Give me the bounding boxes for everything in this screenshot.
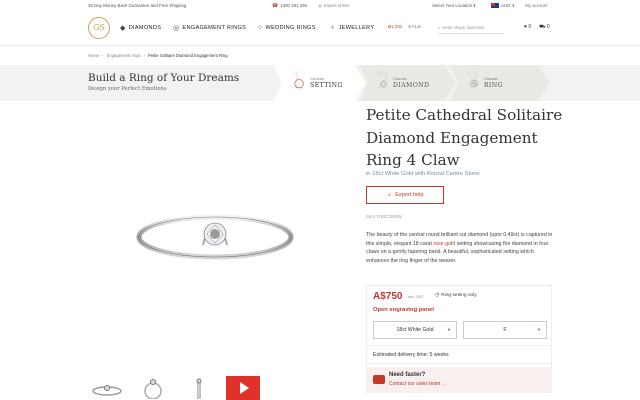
rose-gold-link[interactable]: rose gold [433,241,455,247]
product-image[interactable] [120,185,310,275]
ring-icon: ◯ [294,77,305,88]
thumbnail-2[interactable] [134,376,172,400]
delivery-truck-icon [373,375,385,384]
wedding-ring-icon: ○ [258,24,263,31]
chevron-down-icon: ▼ [537,327,541,332]
price: A$750 [373,291,403,302]
product-description: The beauty of the central round brillian… [366,232,553,264]
diamond-icon: ◆ [120,25,126,32]
contact-sales-link[interactable]: Contact our sales team → [389,381,447,387]
my-account-link[interactable]: My account [525,3,547,8]
expert-online-link[interactable]: ◉ Expert online [318,3,349,9]
expert-help-button[interactable]: ☺ Expert help [366,186,444,204]
step-choose-diamond[interactable]: 2 ◇ Choose DIAMOND [360,65,456,101]
chevron-down-icon: ▼ [447,327,451,332]
phone-link[interactable]: ☎ 1300 181 294 [272,3,307,9]
step-choose-setting[interactable]: 1 ◯ Choose SETTING [274,65,366,101]
promo-text: 30 Day Money Back Guarantee and Free Shi… [88,3,187,8]
currency-selector[interactable]: AUD ▾ [491,3,515,9]
pendant-icon: ♁ [330,24,336,31]
need-faster-title: Need faster? [389,372,426,378]
product-title: Petite Cathedral Solitaire Diamond Engag… [366,106,563,169]
ring-size-select[interactable]: F ▼ [463,321,547,339]
phone-icon: ☎ [272,3,279,9]
builder-title: Build a Ring of Your Dreams [88,72,240,84]
thumbnail-strip [88,376,260,400]
nav-engagement-rings[interactable]: ◎ ENGAGEMENT RINGS [173,24,246,32]
breadcrumb-current: Petite Solitaire Diamond Engagement Ring [147,53,228,58]
nav-jewellery[interactable]: ♁ JEWELLERY [330,24,374,31]
location-selector[interactable]: Select Your Location ▾ [432,3,475,9]
chat-icon: ◉ [318,3,322,8]
thumbnail-3[interactable] [180,376,218,400]
nav-diamonds[interactable]: ◆ DIAMONDS [120,24,161,32]
wishlist-button[interactable]: ♥ 0 [524,24,531,31]
step-choose-ring[interactable]: 3 ◎ Choose RING [450,65,550,101]
user-icon: ☺ [386,192,393,198]
heart-icon: ♥ [524,24,527,30]
search-icon: ⌕ [438,25,441,30]
product-sku: SKU GSEC093W [366,214,402,219]
ring-icon: ◎ [173,25,180,32]
nav-wedding-rings[interactable]: ○ WEDDING RINGS [258,24,316,31]
diamond-icon: ◇ [380,77,387,88]
delivery-estimate: Estimated delivery time: 5 weeks [367,345,551,364]
nav-sale[interactable]: SALE [408,25,421,30]
ring-setting-only-info: ◷ Ring setting only [435,293,477,298]
breadcrumb: Home › Engagement rings › Petite Solitaire… [88,53,228,58]
clock-icon: ◷ [435,293,440,298]
ring-icon: ◎ [470,77,478,88]
search-input[interactable]: ⌕ Heart shape diamonds [438,23,504,34]
logo[interactable]: GS [88,17,110,39]
main-nav: GS ◆ DIAMONDS ◎ ENGAGEMENT RINGS ○ WEDDING … [0,12,640,46]
builder-subtitle: Design your Perfect Emotions [88,86,167,92]
top-bar: 30 Day Money Back Guarantee and Free Shi… [0,0,640,12]
cart-icon: ⛟ [539,24,546,30]
open-engraving-panel-link[interactable]: Open engraving panel [373,307,434,313]
breadcrumb-engagement-rings[interactable]: Engagement rings [107,53,141,58]
metal-select[interactable]: 18ct White Gold ▼ [373,321,457,339]
breadcrumb-home[interactable]: Home [88,53,99,58]
play-video-button[interactable] [226,376,260,400]
cart-button[interactable]: ⛟ 0 [539,24,549,31]
product-subtitle: in 18ct White Gold with Round Centre Sto… [366,171,480,177]
need-faster-box: Need faster? Contact our sales team → [367,367,551,393]
australia-flag-icon [491,3,499,8]
nav-blog[interactable]: BLOG [388,25,403,30]
purchase-panel: A$750 incl. GST ◷ Ring setting only Open … [366,285,552,393]
thumbnail-1[interactable] [88,376,126,400]
ring-builder-strip: Build a Ring of Your Dreams Design your … [0,65,640,101]
gst-note: incl. GST [408,295,424,299]
